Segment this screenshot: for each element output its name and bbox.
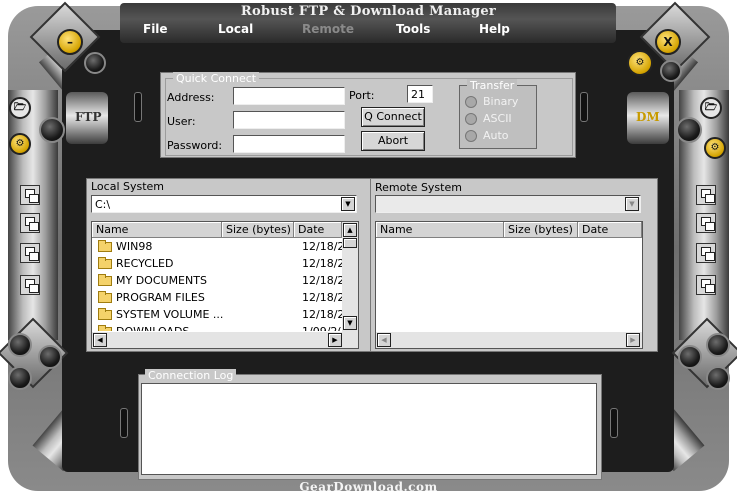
remote-path-dropdown-icon[interactable]: ▼ bbox=[625, 197, 639, 211]
ascii-label[interactable]: ASCII bbox=[483, 112, 512, 125]
local-row[interactable]: WIN98 12/18/2( bbox=[92, 238, 346, 255]
local-row[interactable]: MY DOCUMENTS 12/18/2( bbox=[92, 272, 346, 289]
local-row[interactable]: RECYCLED 12/18/2( bbox=[92, 255, 346, 272]
folder-icon bbox=[98, 291, 112, 303]
remote-view-large-icon[interactable] bbox=[696, 185, 716, 205]
binary-label[interactable]: Binary bbox=[483, 95, 518, 108]
app-title: Robust FTP & Download Manager bbox=[240, 4, 497, 19]
folder-icon bbox=[98, 274, 112, 286]
settings-button[interactable]: ⚙ bbox=[627, 50, 653, 76]
menu-file[interactable]: File bbox=[143, 22, 168, 36]
right-folder-button[interactable]: 🗁 bbox=[700, 97, 722, 119]
footer-watermark: GearDownload.com bbox=[299, 480, 438, 494]
binary-radio[interactable] bbox=[465, 96, 477, 108]
connection-log-title: Connection Log bbox=[145, 369, 237, 382]
top-right-knob bbox=[660, 60, 682, 82]
local-path-dropdown-icon[interactable]: ▼ bbox=[341, 197, 355, 211]
local-view-list-icon[interactable] bbox=[20, 243, 40, 263]
menu-help[interactable]: Help bbox=[479, 22, 510, 36]
menu-remote[interactable]: Remote bbox=[302, 22, 354, 36]
menu-tools[interactable]: Tools bbox=[396, 22, 430, 36]
left-slot-bottom bbox=[120, 408, 128, 438]
remote-view-list-icon[interactable] bbox=[696, 243, 716, 263]
remote-system-title: Remote System bbox=[375, 181, 462, 194]
local-system-panel: Local System C:\ ▼ Name Size (bytes) Dat… bbox=[86, 178, 374, 352]
bottom-right-knob-1 bbox=[706, 333, 730, 357]
ascii-radio[interactable] bbox=[465, 113, 477, 125]
minimize-button[interactable]: – bbox=[57, 29, 83, 55]
bottom-left-knob-2 bbox=[38, 345, 62, 369]
quick-connect-legend: Quick Connect bbox=[173, 72, 260, 85]
right-slot-bottom bbox=[610, 408, 618, 438]
dm-label: DM bbox=[636, 110, 660, 124]
auto-radio[interactable] bbox=[465, 130, 477, 142]
right-knob bbox=[676, 117, 702, 143]
connection-log-text[interactable] bbox=[141, 383, 597, 475]
local-col-size[interactable]: Size (bytes) bbox=[222, 222, 294, 238]
left-slot-top bbox=[134, 92, 142, 122]
right-gear-button[interactable]: ⚙ bbox=[704, 137, 726, 159]
remote-view-small-icon[interactable] bbox=[696, 213, 716, 233]
close-button[interactable]: X bbox=[655, 29, 681, 55]
connection-log-panel: Connection Log bbox=[138, 369, 602, 480]
scroll-left-icon[interactable]: ◀ bbox=[93, 333, 107, 347]
local-row[interactable]: DOWNLOADS 1/09/2( bbox=[92, 323, 342, 331]
local-row[interactable]: SYSTEM VOLUME ... 12/18/2( bbox=[92, 306, 346, 323]
ftp-label: FTP bbox=[75, 110, 102, 124]
local-view-small-icon[interactable] bbox=[20, 213, 40, 233]
password-label: Password: bbox=[167, 139, 223, 152]
remote-col-size[interactable]: Size (bytes) bbox=[504, 222, 578, 238]
top-left-knob bbox=[84, 52, 106, 74]
app-window: Robust FTP & Download Manager File Local… bbox=[0, 0, 737, 497]
remote-file-list[interactable]: Name Size (bytes) Date ◀ ▶ bbox=[375, 221, 643, 349]
scroll-left-icon[interactable]: ◀ bbox=[377, 333, 391, 347]
folder-icon bbox=[98, 325, 112, 331]
remote-col-date[interactable]: Date bbox=[578, 222, 642, 238]
transfer-legend: Transfer bbox=[467, 79, 518, 92]
local-view-large-icon[interactable] bbox=[20, 185, 40, 205]
scroll-right-icon[interactable]: ▶ bbox=[626, 333, 640, 347]
local-vscroll[interactable]: ▲ ▼ bbox=[342, 222, 358, 332]
user-label: User: bbox=[167, 115, 196, 128]
remote-path-combo[interactable] bbox=[375, 195, 641, 213]
local-row[interactable]: PROGRAM FILES 12/18/2( bbox=[92, 289, 346, 306]
scroll-right-icon[interactable]: ▶ bbox=[328, 333, 342, 347]
local-hscroll[interactable]: ◀ ▶ bbox=[92, 332, 358, 348]
bottom-right-knob-3 bbox=[706, 366, 730, 390]
remote-system-panel: Remote System ▼ Name Size (bytes) Date ◀… bbox=[370, 178, 658, 352]
folder-icon bbox=[98, 308, 112, 320]
bottom-right-knob-2 bbox=[678, 345, 702, 369]
remote-view-details-icon[interactable] bbox=[696, 275, 716, 295]
port-label: Port: bbox=[349, 89, 375, 102]
port-field[interactable]: 21 bbox=[407, 85, 433, 103]
remote-hscroll[interactable]: ◀ ▶ bbox=[376, 332, 642, 348]
right-slot-top bbox=[580, 92, 588, 122]
password-field[interactable] bbox=[233, 135, 345, 153]
address-label: Address: bbox=[167, 91, 215, 104]
scroll-down-icon[interactable]: ▼ bbox=[343, 316, 357, 330]
local-view-details-icon[interactable] bbox=[20, 275, 40, 295]
left-knob bbox=[39, 117, 65, 143]
auto-label[interactable]: Auto bbox=[483, 129, 509, 142]
local-col-name[interactable]: Name bbox=[92, 222, 222, 238]
local-col-date[interactable]: Date bbox=[294, 222, 342, 238]
bottom-left-knob-1 bbox=[8, 333, 32, 357]
local-system-title: Local System bbox=[91, 180, 165, 193]
quick-connect-panel: Quick Connect Address: User: Password: P… bbox=[160, 72, 576, 158]
scroll-thumb[interactable] bbox=[343, 238, 357, 248]
folder-icon bbox=[98, 240, 112, 252]
left-gear-button[interactable]: ⚙ bbox=[9, 133, 31, 155]
local-path-combo[interactable]: C:\ bbox=[91, 195, 357, 213]
bottom-left-knob-3 bbox=[8, 366, 32, 390]
scroll-up-icon[interactable]: ▲ bbox=[343, 223, 357, 237]
q-connect-button[interactable]: Q Connect bbox=[361, 107, 425, 127]
folder-icon bbox=[98, 257, 112, 269]
user-field[interactable] bbox=[233, 111, 345, 129]
remote-col-name[interactable]: Name bbox=[376, 222, 504, 238]
abort-button[interactable]: Abort bbox=[361, 131, 425, 151]
menu-local[interactable]: Local bbox=[218, 22, 253, 36]
left-folder-button[interactable]: 🗁 bbox=[9, 97, 31, 119]
address-field[interactable] bbox=[233, 87, 345, 105]
local-file-list[interactable]: Name Size (bytes) Date WIN98 12/18/2( RE… bbox=[91, 221, 359, 349]
